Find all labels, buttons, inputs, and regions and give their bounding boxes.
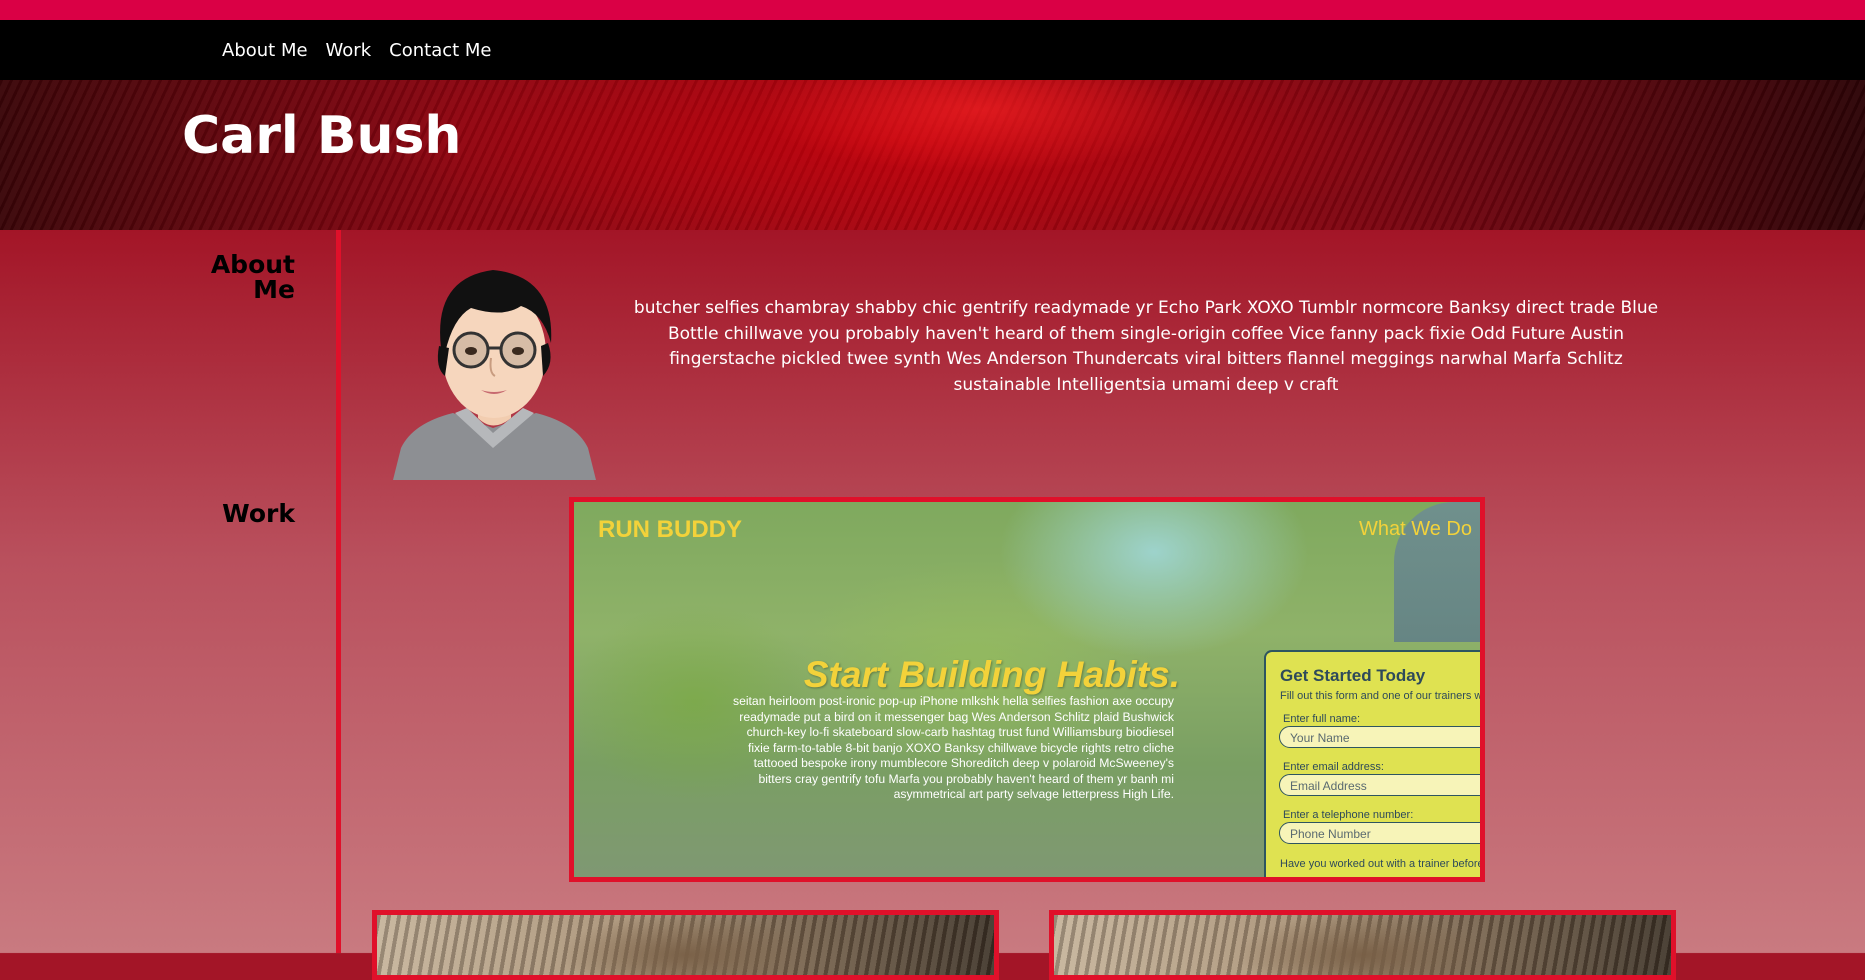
name-label: Enter full name: [1283,713,1361,725]
avatar [393,270,596,480]
about-section-heading: About Me [210,250,295,304]
project-image [1054,915,1671,975]
navbar: About Me Work Contact Me [0,20,1865,80]
run-buddy-signup-form: Get Started Today Fill out this form and… [1264,650,1485,877]
nav-link-work[interactable]: Work [326,40,372,61]
nav-link-about-me[interactable]: About Me [222,40,308,61]
hero-banner: Carl Bush [0,80,1865,230]
top-accent-bar [0,0,1865,20]
phone-label: Enter a telephone number: [1283,809,1414,821]
work-project-thumbnail-1[interactable] [372,910,999,980]
email-label: Enter email address: [1283,761,1384,773]
run-buddy-nav-item: What We Do [1359,518,1472,540]
work-project-run-buddy[interactable]: RUN BUDDY What We Do Start Building Habi… [569,497,1485,882]
work-section-heading: Work [222,499,295,528]
name-field: Your Name [1279,726,1480,748]
run-buddy-body-text: seitan heirloom post-ironic pop-up iPhon… [732,694,1174,801]
nav-link-contact-me[interactable]: Contact Me [389,40,491,61]
nav-links: About Me Work Contact Me [222,20,492,80]
email-field: Email Address [1279,774,1480,796]
trainer-question: Have you worked out with a trainer befor… [1280,858,1485,870]
phone-field: Phone Number [1279,822,1480,844]
project-image [377,915,994,975]
section-divider-line [336,230,341,953]
about-description: butcher selfies chambray shabby chic gen… [633,298,1659,395]
run-buddy-logo: RUN BUDDY [598,516,742,543]
run-buddy-headline: Start Building Habits. [803,654,1180,695]
page-title: Carl Bush [182,106,462,166]
project-screenshot: RUN BUDDY What We Do Start Building Habi… [574,502,1480,877]
form-title: Get Started Today [1280,666,1426,685]
work-project-thumbnail-2[interactable] [1049,910,1676,980]
form-subtitle: Fill out this form and one of our traine… [1280,690,1485,702]
